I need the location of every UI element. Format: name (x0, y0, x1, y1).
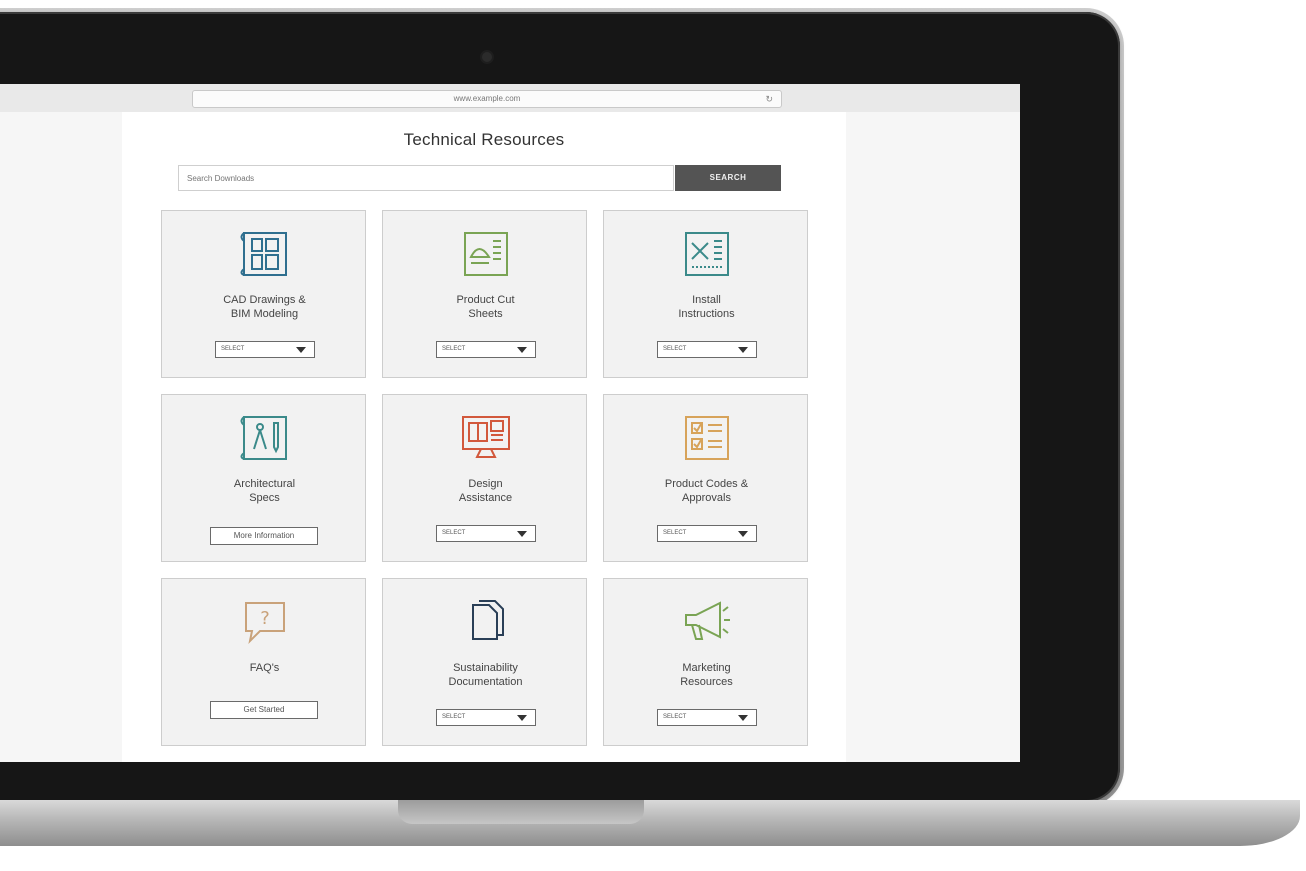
card-label: CAD Drawings & BIM Modeling (223, 294, 306, 320)
chevron-down-icon (517, 715, 527, 721)
select-value: SELECT (663, 714, 687, 720)
chevron-down-icon (517, 531, 527, 537)
card-product-codes: Product Codes & Approvals SELECT (603, 394, 808, 562)
card-label: Install Instructions (678, 294, 735, 320)
laptop-hinge-notch (398, 800, 644, 824)
card-cad-drawings: CAD Drawings & BIM Modeling SELECT (161, 210, 366, 378)
card-faqs: ? FAQ's Get Started (161, 578, 366, 746)
card-label: Design Assistance (458, 478, 513, 504)
select-dropdown[interactable]: SELECT (657, 709, 757, 726)
chevron-down-icon (296, 347, 306, 353)
card-sustainability: Sustainability Documentation SELECT (382, 578, 587, 746)
chevron-down-icon (738, 531, 748, 537)
card-product-cut-sheets: Product Cut Sheets SELECT (382, 210, 587, 378)
select-dropdown[interactable]: SELECT (436, 709, 536, 726)
card-design-assistance: Design Assistance SELECT (382, 394, 587, 562)
chevron-down-icon (517, 347, 527, 353)
get-started-button[interactable]: Get Started (210, 701, 318, 719)
blueprint-icon (240, 232, 287, 276)
select-value: SELECT (442, 530, 466, 536)
card-marketing-resources: Marketing Resources SELECT (603, 578, 808, 746)
address-bar[interactable]: www.example.com ↻ (192, 90, 782, 108)
card-install-instructions: Install Instructions SELECT (603, 210, 808, 378)
search-button[interactable]: SEARCH (675, 165, 781, 191)
select-value: SELECT (442, 714, 466, 720)
select-dropdown[interactable]: SELECT (215, 341, 315, 358)
card-label: Product Codes & Approvals (664, 478, 749, 504)
checklist-icon (685, 416, 729, 460)
card-label: Product Cut Sheets (456, 294, 515, 320)
select-value: SELECT (663, 346, 687, 352)
documents-icon (472, 600, 504, 640)
card-label: FAQ's (249, 662, 280, 674)
select-dropdown[interactable]: SELECT (436, 525, 536, 542)
chevron-down-icon (738, 347, 748, 353)
monitor-icon (462, 416, 510, 458)
laptop-base (0, 800, 1300, 846)
compass-pencil-icon (240, 416, 287, 460)
select-dropdown[interactable]: SELECT (436, 341, 536, 358)
technical-resources-page: Technical Resources SEARCH CAD Drawings … (122, 112, 846, 762)
more-information-button[interactable]: More Information (210, 527, 318, 545)
chevron-down-icon (738, 715, 748, 721)
card-label: Sustainability Documentation (448, 662, 523, 688)
cut-sheet-icon (464, 232, 508, 276)
question-bubble-icon: ? (245, 602, 285, 645)
laptop-bezel: www.example.com ↻ Technical Resources SE… (0, 12, 1120, 802)
megaphone-icon (685, 601, 730, 640)
select-value: SELECT (663, 530, 687, 536)
card-label: Marketing Resources (680, 662, 733, 688)
card-architectural-specs: Architectural Specs More Information (161, 394, 366, 562)
camera-icon (482, 52, 492, 62)
browser-chrome: www.example.com ↻ (0, 84, 1020, 113)
select-value: SELECT (221, 346, 245, 352)
tools-icon (685, 232, 729, 276)
page-right-margin (846, 112, 1020, 762)
page-left-margin (0, 112, 122, 762)
laptop-screen: www.example.com ↻ Technical Resources SE… (0, 84, 1020, 762)
reload-icon[interactable]: ↻ (765, 91, 773, 107)
address-bar-url: www.example.com (453, 94, 521, 103)
page-title: Technical Resources (403, 130, 565, 149)
select-dropdown[interactable]: SELECT (657, 341, 757, 358)
select-value: SELECT (442, 346, 466, 352)
card-label: Architectural Specs (233, 478, 296, 504)
select-dropdown[interactable]: SELECT (657, 525, 757, 542)
search-input[interactable] (178, 165, 674, 191)
svg-text:?: ? (260, 608, 270, 629)
